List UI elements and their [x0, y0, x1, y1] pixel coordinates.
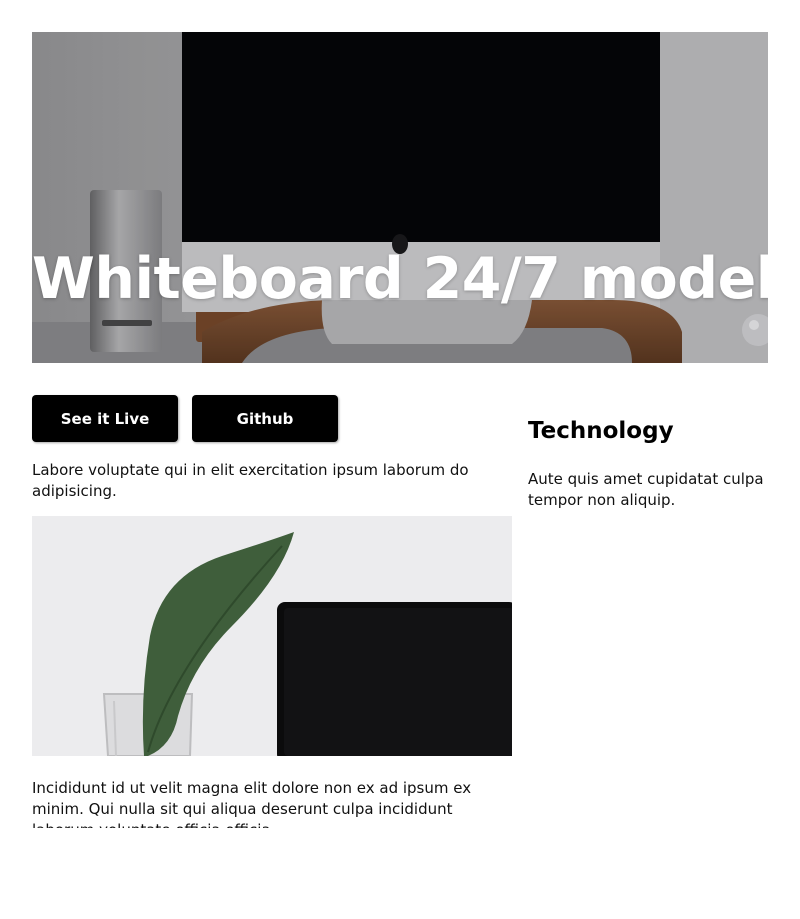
github-button[interactable]: Github [192, 395, 338, 442]
hero-photo [32, 32, 768, 363]
gallery-image [32, 516, 512, 756]
sidebar-title: Technology [528, 418, 674, 444]
hero-title: Whiteboard 24/7 models [32, 246, 768, 312]
plant-laptop-photo [32, 516, 512, 756]
intro-text: Labore voluptate qui in elit exercitatio… [32, 461, 469, 500]
hero-banner: Whiteboard 24/7 models [32, 32, 768, 363]
body-text: Incididunt id ut velit magna elit dolore… [32, 779, 472, 828]
sidebar-text: Aute quis amet cupidatat culpa tempor no… [528, 470, 764, 509]
see-it-live-button[interactable]: See it Live [32, 395, 178, 442]
